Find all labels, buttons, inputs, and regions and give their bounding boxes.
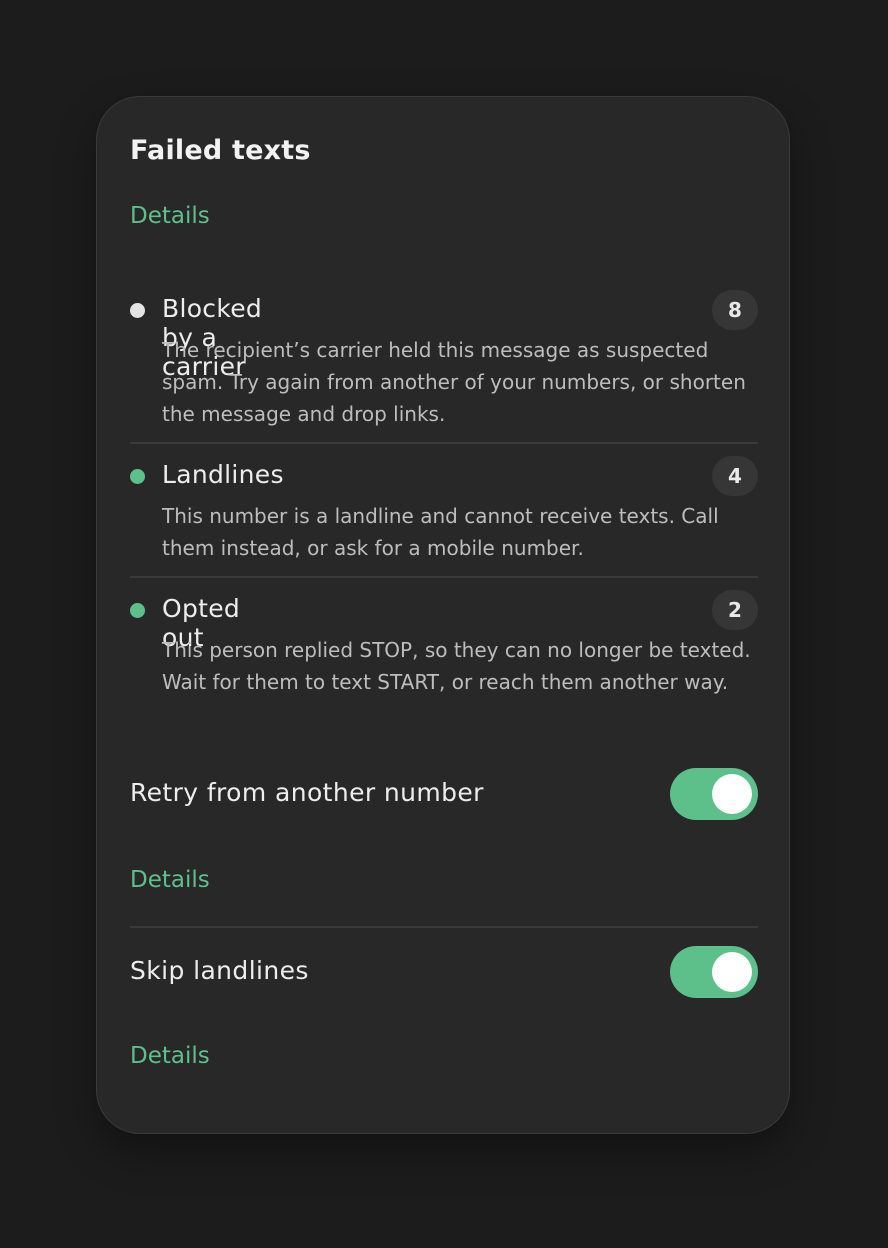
count-badge: 8 <box>712 290 758 330</box>
item-description: The recipient’s carrier held this messag… <box>162 338 746 426</box>
details-link[interactable]: Details <box>130 867 210 893</box>
status-dot-icon <box>130 469 145 484</box>
item-description: This person replied STOP, so they can no… <box>162 638 751 694</box>
divider <box>130 926 758 928</box>
status-dot-icon <box>130 303 145 318</box>
toggle-knob <box>712 952 752 992</box>
count-badge: 4 <box>712 456 758 496</box>
card-title: Failed texts <box>130 135 311 166</box>
divider <box>130 442 758 444</box>
item-title: Landlines <box>162 460 284 489</box>
toggle-knob <box>712 774 752 814</box>
failed-texts-card: Failed texts Details Blocked by a carrie… <box>96 96 790 1134</box>
count-badge: 2 <box>712 590 758 630</box>
details-link[interactable]: Details <box>130 1043 210 1069</box>
retry-toggle[interactable] <box>670 768 758 820</box>
skip-landlines-toggle[interactable] <box>670 946 758 998</box>
status-dot-icon <box>130 603 145 618</box>
item-description: This number is a landline and cannot rec… <box>162 504 719 560</box>
divider <box>130 576 758 578</box>
setting-label-skip-landlines: Skip landlines <box>130 956 309 985</box>
setting-label-retry: Retry from another number <box>130 778 484 807</box>
details-link[interactable]: Details <box>130 203 210 229</box>
